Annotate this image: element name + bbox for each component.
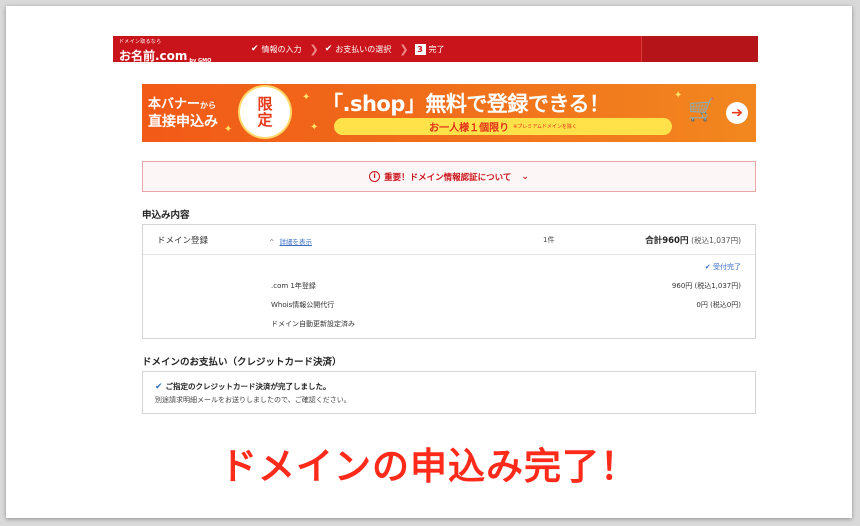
chevron-down-icon: ⌄	[521, 171, 529, 182]
order-total: 合計960円 (税込1,037円)	[645, 234, 741, 246]
logo-gmo: by GMO	[189, 58, 212, 64]
banner-line1-small: から	[200, 101, 217, 110]
show-details-text: 詳細を表示	[279, 238, 312, 246]
order-row: ドメイン登録 ^ 詳細を表示 1件 合計960円 (税込1,037円)	[143, 225, 755, 255]
screenshot-card: ドメイン取るなら お名前.com by GMO ✔ 情報の入力 ❯ ✔ お支払いの…	[6, 6, 852, 518]
step-label: 情報の入力	[261, 44, 302, 54]
order-section-title: 申込み内容	[142, 210, 190, 221]
limited-badge: 限定	[240, 87, 290, 137]
payment-result-box: ✔ ご指定のクレジットカード決済が完了しました。 別途請求明細メールをお送りしまし…	[142, 371, 756, 414]
check-icon: ✔	[324, 44, 333, 54]
sparkle-icon: ✦	[302, 92, 311, 103]
step-info-input: ✔ 情報の入力	[251, 44, 302, 55]
step-label: 完了	[428, 44, 445, 54]
info-icon: i	[369, 171, 381, 182]
order-total-tax: (税込1,037円)	[691, 236, 741, 245]
order-line-label: .com 1年登録	[271, 282, 316, 290]
sparkle-icon: ✦	[674, 90, 683, 101]
payment-line1: ご指定のクレジットカード決済が完了しました。	[165, 382, 331, 391]
completion-caption: ドメインの申込み完了！	[220, 445, 638, 488]
chevron-right-icon: ❯	[309, 42, 319, 56]
banner-arrow-button[interactable]: ➔	[726, 102, 748, 124]
logo-name: お名前.com	[119, 49, 188, 63]
cart-icon: 🛒	[688, 98, 716, 123]
header-bar: ドメイン取るなら お名前.com by GMO ✔ 情報の入力 ❯ ✔ お支払いの…	[113, 36, 758, 64]
check-icon: ✔	[704, 263, 711, 271]
banner-subtitle: お一人様１個限り ※プレミアムドメインを除く	[334, 118, 672, 135]
sparkle-icon: ✦	[224, 124, 233, 135]
check-icon: ✔	[251, 44, 259, 54]
banner-line1: 本バナー	[148, 97, 201, 112]
important-notice-toggle[interactable]: i 重要！ドメイン情報認証について ⌄	[142, 161, 756, 192]
progress-steps: ✔ 情報の入力 ❯ ✔ お支払いの選択 ❯ 3 完了	[251, 36, 451, 62]
promo-banner[interactable]: ✦ ✦ ✦ ✦ 本バナーから 直接申込み 限定 「.shop」無料で登録できる！…	[142, 84, 756, 142]
banner-subtitle-note: ※プレミアムドメインを除く	[513, 124, 577, 130]
status-text: 受付完了	[713, 263, 741, 271]
order-line-price: 0円 (税込0円)	[696, 301, 741, 309]
step-payment-select: ✔ お支払いの選択	[325, 44, 392, 55]
site-logo[interactable]: ドメイン取るなら お名前.com by GMO	[119, 39, 211, 64]
logo-tagline: ドメイン取るなら	[119, 39, 162, 45]
payment-complete-message: ✔ ご指定のクレジットカード決済が完了しました。	[155, 381, 331, 392]
badge-char2: 定	[257, 111, 273, 129]
order-line-price: 960円 (税込1,037円)	[671, 282, 741, 290]
step-number: 3	[414, 43, 426, 55]
order-item-label: ドメイン登録	[157, 236, 209, 246]
show-details-link[interactable]: ^ 詳細を表示	[269, 236, 312, 246]
banner-title: 「.shop」無料で登録できる！	[322, 92, 610, 116]
notice-text: 重要！ドメイン情報認証について	[384, 172, 512, 183]
order-summary-box: ドメイン登録 ^ 詳細を表示 1件 合計960円 (税込1,037円) ✔ 受付完…	[142, 224, 756, 339]
step-complete: 3 完了	[414, 43, 445, 55]
order-line-label: Whois情報公開代行	[271, 301, 335, 309]
banner-subtitle-text: お一人様１個限り	[429, 123, 510, 134]
order-count: 1件	[543, 236, 555, 244]
header-right-area	[641, 36, 758, 62]
payment-section-title: ドメインのお支払い（クレジットカード決済）	[142, 357, 342, 368]
sparkle-icon: ✦	[310, 122, 319, 133]
check-icon: ✔	[155, 382, 163, 392]
caret-up-icon: ^	[269, 238, 275, 246]
chevron-right-icon: ❯	[399, 42, 409, 56]
step-label: お支払いの選択	[335, 44, 392, 54]
banner-line2: 直接申込み	[148, 114, 218, 130]
status-badge: ✔ 受付完了	[705, 262, 741, 272]
order-line-label: ドメイン自動更新設定済み	[271, 320, 355, 328]
payment-line2: 別途請求明細メールをお送りしましたので、ご確認ください。	[155, 396, 351, 404]
banner-left-text: 本バナーから 直接申込み	[148, 96, 218, 131]
order-total-amount: 合計960円	[645, 236, 689, 246]
